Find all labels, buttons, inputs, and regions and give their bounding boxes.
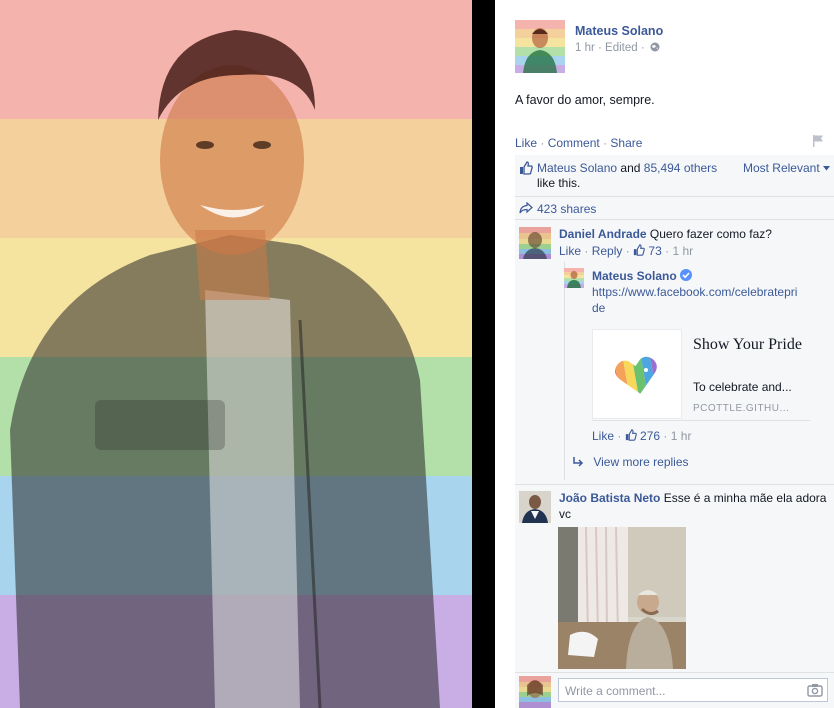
comment-body: João Batista Neto Esse é a minha mãe ela… (559, 490, 829, 522)
link-preview-card[interactable]: Show Your Pride To celebrate and... PCOT… (592, 329, 810, 419)
shares-summary: 423 shares (515, 197, 834, 220)
reply-timestamp[interactable]: 1 hr (671, 429, 692, 443)
comment-input-placeholder: Write a comment... (565, 684, 666, 698)
comment-divider (515, 484, 834, 485)
comment-input[interactable]: Write a comment... (558, 678, 828, 702)
post-actions: Like · Comment · Share (515, 136, 642, 150)
reply-body: Mateus Solano https://www.facebook.com/c… (592, 268, 812, 316)
shares-count[interactable]: 423 shares (537, 202, 596, 216)
photo-divider (472, 0, 495, 708)
link-preview-source: PCOTTLE.GITHU... (693, 403, 790, 414)
likes-others-link[interactable]: 85,494 others (644, 161, 717, 175)
action-separator: · (540, 136, 545, 150)
view-more-label: View more replies (593, 455, 689, 469)
author-avatar[interactable] (515, 20, 565, 73)
likes-tail: like this. (537, 176, 581, 190)
commenter-avatar[interactable] (519, 491, 551, 523)
flag-icon[interactable] (811, 134, 825, 148)
post-details-pane: Mateus Solano 1 hr · Edited · A favor do… (495, 0, 834, 708)
chevron-down-icon (823, 166, 830, 171)
reply-link-url[interactable]: https://www.facebook.com/celebratepri (592, 285, 797, 299)
thumbs-up-icon (625, 429, 637, 441)
link-card-divider (592, 420, 810, 421)
heart-icon (613, 355, 662, 398)
post-text: A favor do amor, sempre. (515, 93, 655, 107)
action-separator: · (625, 244, 630, 258)
link-preview-thumbnail (592, 329, 682, 419)
likes-summary: Mateus Solano and 85,494 others like thi… (515, 155, 834, 197)
link-preview-title[interactable]: Show Your Pride (693, 335, 803, 355)
thumbs-up-icon (520, 161, 533, 175)
post-timestamp[interactable]: 1 hr · Edited · (575, 42, 645, 54)
comment-text: Quero fazer como faz? (649, 227, 772, 241)
like-button[interactable]: Like (515, 136, 537, 150)
comment-reply-button[interactable]: Reply (592, 244, 623, 258)
comment-author[interactable]: Daniel Andrade (559, 227, 647, 241)
sort-comments-dropdown[interactable]: Most Relevant (743, 161, 830, 175)
comment-body: Daniel Andrade Quero fazer como faz? (559, 226, 829, 242)
action-separator: · (665, 244, 670, 258)
reply-actions: Like · 276 · 1 hr (592, 429, 691, 443)
person-silhouette (10, 30, 440, 708)
reply-like-count[interactable]: 276 (640, 429, 660, 443)
sort-label: Most Relevant (742, 161, 820, 175)
globe-icon[interactable] (650, 42, 660, 52)
comment-timestamp[interactable]: 1 hr (672, 244, 693, 258)
comment-like-count[interactable]: 73 (648, 244, 661, 258)
feedback-section: Mateus Solano and 85,494 others like thi… (515, 155, 834, 708)
comment-composer: Write a comment... (515, 672, 834, 708)
post-author-name[interactable]: Mateus Solano (575, 24, 663, 38)
action-separator: · (603, 136, 608, 150)
link-preview-description: To celebrate and... (693, 380, 792, 394)
likes-and: and (620, 161, 641, 175)
liker-name[interactable]: Mateus Solano (537, 161, 617, 175)
share-arrow-icon (519, 202, 533, 214)
camera-icon[interactable] (807, 683, 823, 697)
comment-like-button[interactable]: Like (559, 244, 581, 258)
reply-author[interactable]: Mateus Solano (592, 269, 677, 283)
post-photo[interactable] (0, 0, 472, 708)
current-user-avatar (519, 676, 551, 708)
comment-button[interactable]: Comment (548, 136, 600, 150)
action-separator: · (663, 429, 668, 443)
reply-like-button[interactable]: Like (592, 429, 614, 443)
comment-photo-attachment[interactable] (558, 527, 686, 669)
view-more-replies[interactable]: View more replies (572, 455, 689, 469)
likes-text: Mateus Solano and 85,494 others like thi… (537, 161, 737, 191)
reply-link-url-continued[interactable]: de (592, 301, 605, 315)
verified-icon (680, 269, 693, 281)
thumbs-up-icon (633, 244, 645, 256)
share-button[interactable]: Share (610, 136, 642, 150)
comment-author[interactable]: João Batista Neto (559, 491, 660, 505)
action-separator: · (617, 429, 622, 443)
reply-author-avatar[interactable] (564, 268, 584, 288)
commenter-avatar[interactable] (519, 227, 551, 259)
reply-arrow-icon (573, 457, 584, 467)
action-separator: · (584, 244, 589, 258)
comment-actions: Like · Reply · 73 · 1 hr (559, 244, 693, 258)
post-meta: 1 hr · Edited · (575, 42, 660, 54)
